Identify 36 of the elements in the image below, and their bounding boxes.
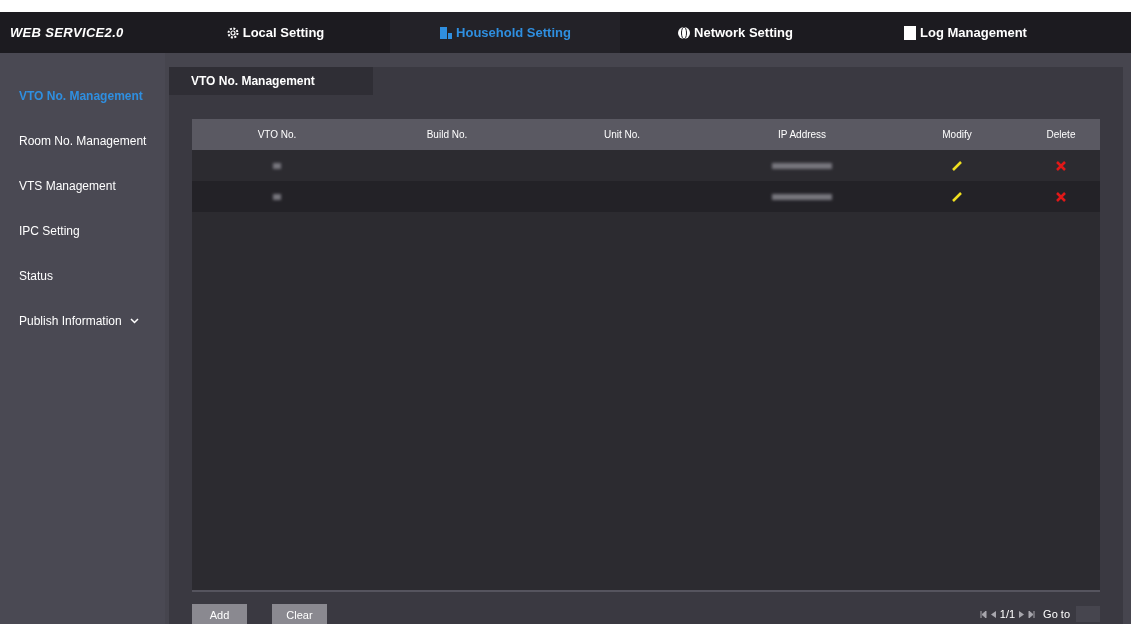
globe-icon [677,25,691,40]
sidebar-item[interactable]: IPC Setting [0,208,165,253]
sidebar-item[interactable]: Publish Information [0,298,165,343]
delete-icon[interactable] [1056,160,1066,171]
sidebar-item[interactable]: Status [0,253,165,298]
redacted-value [772,193,832,200]
nav-tab[interactable]: Local Setting [160,12,390,53]
page-tab[interactable]: VTO No. Management [169,67,373,95]
redacted-value [273,162,281,169]
page-indicator: 1/1 [999,606,1016,622]
column-header: Modify [941,128,973,142]
next-page-icon[interactable] [1019,610,1025,618]
sidebar-item[interactable]: Room No. Management [0,118,165,163]
column-header: IP Address [776,128,828,142]
column-header: Unit No. [602,128,642,142]
last-page-icon[interactable] [1028,610,1036,618]
logo-text: WEB SERVICE2.0 [9,23,125,42]
column-header: VTO No. [256,128,298,142]
previous-page-icon[interactable] [990,610,996,618]
pencil-icon[interactable] [951,159,963,172]
column-header: Delete [1045,128,1077,142]
column-header: Build No. [425,128,469,142]
delete-icon[interactable] [1056,191,1066,202]
document-icon [903,24,918,41]
building-icon [439,25,454,40]
nav-tab[interactable]: Network Setting [620,12,850,53]
chevron-down-icon [129,317,139,324]
nav-tab[interactable]: Log Management [850,12,1080,53]
first-page-icon[interactable] [979,610,987,618]
pencil-icon[interactable] [951,190,963,203]
sidebar-item[interactable]: VTS Management [0,163,165,208]
nav-tab[interactable]: Household Setting [390,12,620,53]
goto-label: Go to [1043,606,1070,622]
redacted-value [772,162,832,169]
gear-icon [225,25,240,40]
redacted-value [273,193,281,200]
